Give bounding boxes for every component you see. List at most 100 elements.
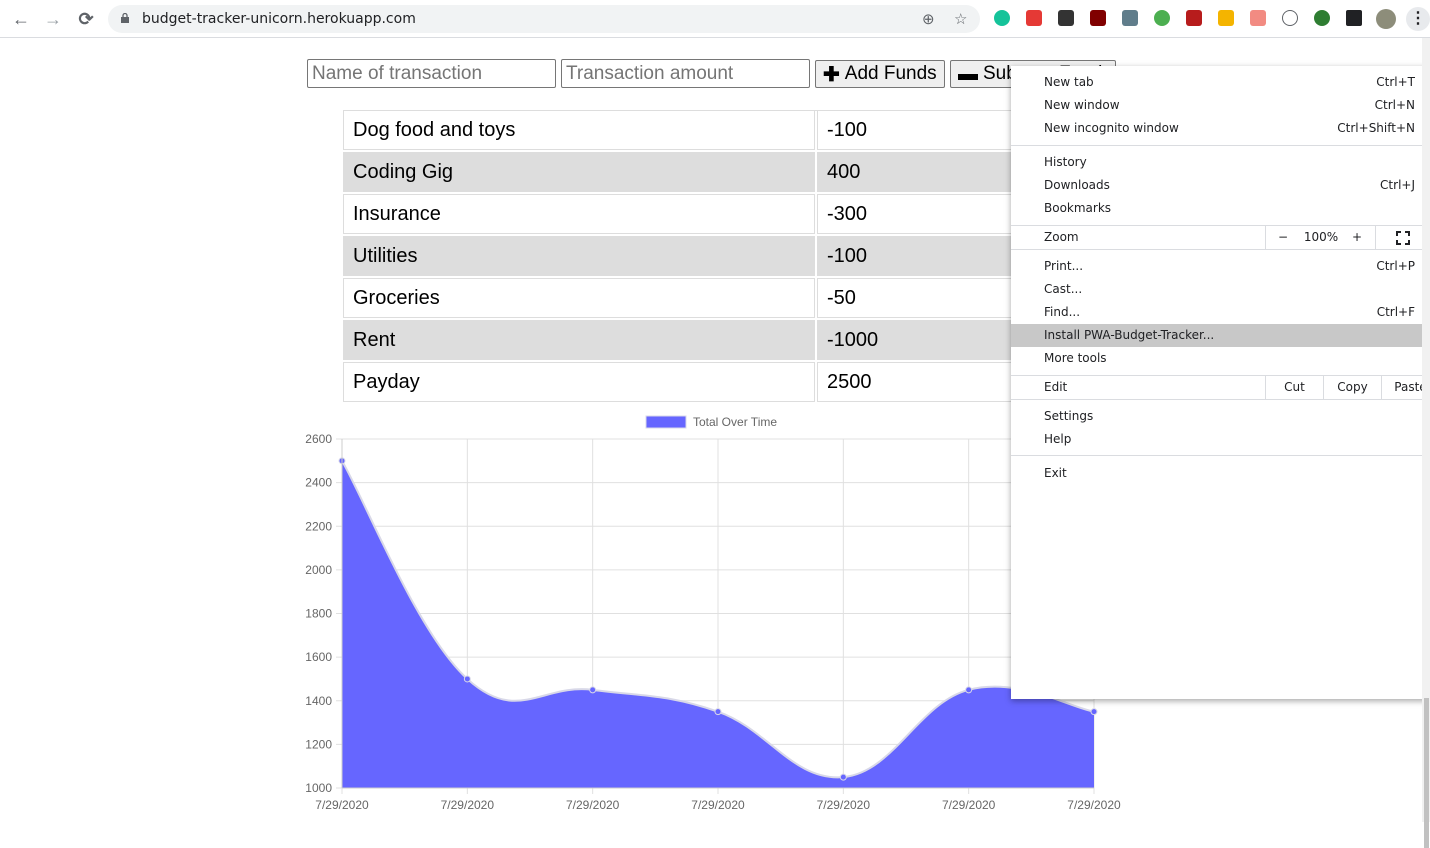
ublock-extension-icon[interactable] (1090, 10, 1106, 26)
transaction-value: 2500 (817, 362, 1039, 402)
table-row: Groceries -50 (343, 278, 1039, 318)
reload-icon[interactable]: ⟳ (74, 7, 98, 31)
menu-item-more-tools[interactable]: More tools▶ (1011, 347, 1430, 370)
data-point (714, 708, 722, 716)
extension-icon[interactable] (1122, 10, 1138, 26)
transaction-name: Groceries (343, 278, 815, 318)
transaction-value: -100 (817, 110, 1039, 150)
extension-icon[interactable] (1026, 10, 1042, 26)
menu-separator (1011, 249, 1430, 250)
table-row: Coding Gig 400 (343, 152, 1039, 192)
y-tick-label: 2400 (305, 476, 332, 490)
add-funds-button[interactable]: ✚ Add Funds (815, 60, 945, 88)
legend-swatch (645, 415, 687, 429)
chrome-menu-icon[interactable]: ⋮ (1406, 7, 1430, 31)
transaction-amount-input[interactable] (561, 59, 810, 88)
menu-item-new-incognito-window[interactable]: New incognito window Ctrl+Shift+N (1011, 117, 1430, 140)
menu-item-exit[interactable]: Exit (1011, 462, 1430, 485)
menu-item-new-tab[interactable]: New tab Ctrl+T (1011, 71, 1430, 94)
forward-arrow-icon[interactable]: → (41, 7, 65, 31)
data-point (839, 773, 847, 781)
menu-item-print[interactable]: Print... Ctrl+P (1011, 255, 1430, 278)
transaction-value: -50 (817, 278, 1039, 318)
menu-item-settings[interactable]: Settings (1011, 405, 1430, 428)
puzzle-extensions-icon[interactable] (1346, 10, 1362, 26)
extension-icon[interactable] (1154, 10, 1170, 26)
y-tick-label: 1600 (305, 650, 332, 664)
menu-item-cast[interactable]: Cast... (1011, 278, 1430, 301)
back-arrow-icon[interactable]: ← (9, 7, 33, 31)
extension-icon[interactable] (1250, 10, 1266, 26)
x-tick-label: 7/29/2020 (691, 798, 745, 812)
y-tick-label: 1000 (305, 781, 332, 795)
scrollbar-thumb[interactable] (1424, 698, 1429, 848)
transaction-name-input[interactable] (307, 59, 556, 88)
transaction-name: Dog food and toys (343, 110, 815, 150)
y-tick-label: 1200 (305, 737, 332, 751)
extension-icon[interactable] (1314, 10, 1330, 26)
menu-separator (1011, 455, 1430, 456)
x-tick-label: 7/29/2020 (942, 798, 996, 812)
x-tick-label: 7/29/2020 (1067, 798, 1121, 812)
menu-item-help[interactable]: Help▶ (1011, 428, 1430, 451)
browser-toolbar: ← → ⟳ budget-tracker-unicorn.herokuapp.c… (0, 0, 1430, 38)
menu-item-new-window[interactable]: New window Ctrl+N (1011, 94, 1430, 117)
menu-item-bookmarks[interactable]: Bookmarks▶ (1011, 197, 1430, 220)
copy-button[interactable]: Copy (1323, 376, 1381, 399)
zoom-out-button[interactable]: − (1265, 226, 1300, 249)
menu-item-find[interactable]: Find... Ctrl+F (1011, 301, 1430, 324)
transaction-name: Utilities (343, 236, 815, 276)
lock-icon (121, 13, 129, 23)
y-tick-label: 1400 (305, 694, 332, 708)
x-tick-label: 7/29/2020 (566, 798, 620, 812)
table-row: Insurance -300 (343, 194, 1039, 234)
install-app-icon[interactable]: ⊕ (922, 10, 935, 28)
extension-icon[interactable] (1282, 10, 1298, 26)
transaction-value: -300 (817, 194, 1039, 234)
zoom-in-button[interactable]: + (1342, 226, 1372, 249)
data-point (1090, 708, 1098, 716)
table-row: Rent -1000 (343, 320, 1039, 360)
data-point (589, 686, 597, 694)
y-tick-label: 2600 (305, 432, 332, 446)
data-point (965, 686, 973, 694)
cut-button[interactable]: Cut (1265, 376, 1323, 399)
menu-item-history[interactable]: History▶ (1011, 151, 1430, 174)
zoom-level: 100% (1303, 230, 1339, 244)
transaction-value: 400 (817, 152, 1039, 192)
grammarly-extension-icon[interactable] (994, 10, 1010, 26)
menu-item-zoom: Zoom − 100% + (1011, 226, 1430, 249)
menu-separator (1011, 399, 1430, 400)
transaction-name: Payday (343, 362, 815, 402)
x-tick-label: 7/29/2020 (817, 798, 871, 812)
table-row: Dog food and toys -100 (343, 110, 1039, 150)
data-point (463, 675, 471, 683)
bookmark-star-icon[interactable]: ☆ (954, 10, 967, 28)
minus-icon: ▬ (958, 62, 978, 85)
transaction-name: Rent (343, 320, 815, 360)
avatar[interactable] (1376, 9, 1396, 29)
extension-icon[interactable] (1058, 10, 1074, 26)
menu-item-edit: Edit Cut Copy Paste (1011, 376, 1430, 399)
plus-icon: ✚ (823, 63, 840, 86)
y-tick-label: 2000 (305, 563, 332, 577)
url-text: budget-tracker-unicorn.herokuapp.com (142, 11, 416, 27)
x-tick-label: 7/29/2020 (315, 798, 369, 812)
pdf-extension-icon[interactable] (1186, 10, 1202, 26)
menu-item-downloads[interactable]: Downloads Ctrl+J (1011, 174, 1430, 197)
menu-item-install-app[interactable]: Install PWA-Budget-Tracker... (1011, 324, 1430, 347)
menu-separator (1011, 145, 1430, 146)
transactions-table: Dog food and toys -100 Coding Gig 400 Insu… (341, 108, 1041, 404)
extension-icon[interactable] (1218, 10, 1234, 26)
y-tick-label: 1800 (305, 607, 332, 621)
legend-label: Total Over Time (693, 415, 777, 429)
x-tick-label: 7/29/2020 (441, 798, 495, 812)
transaction-name: Coding Gig (343, 152, 815, 192)
table-row: Payday 2500 (343, 362, 1039, 402)
chrome-main-menu: New tab Ctrl+T New window Ctrl+N New incog… (1011, 66, 1430, 699)
table-row: Utilities -100 (343, 236, 1039, 276)
address-bar[interactable]: budget-tracker-unicorn.herokuapp.com ⊕ ☆ (108, 5, 980, 33)
page-scrollbar[interactable] (1422, 38, 1430, 848)
transaction-name: Insurance (343, 194, 815, 234)
add-funds-label: Add Funds (844, 63, 937, 84)
